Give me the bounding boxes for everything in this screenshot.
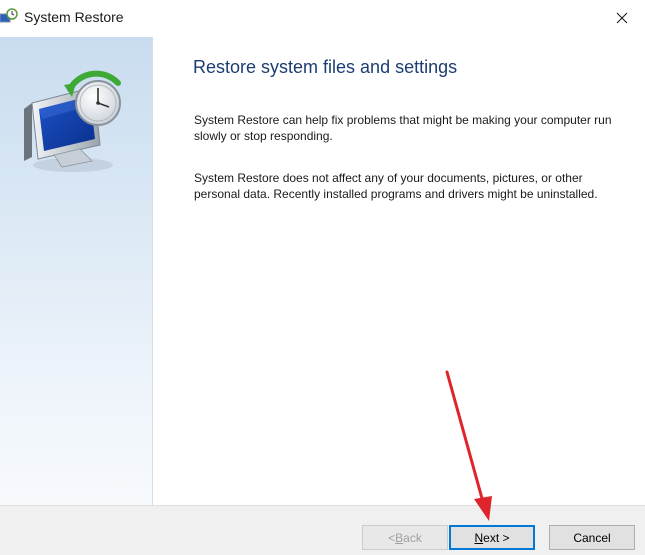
next-button[interactable]: Next > (449, 525, 535, 550)
next-accelerator: N (474, 530, 484, 545)
back-prefix: < (388, 530, 396, 545)
back-button[interactable]: < Back (362, 525, 448, 550)
wizard-footer: < Back Next > Cancel (0, 505, 645, 555)
back-accelerator: B (395, 530, 404, 545)
cancel-button[interactable]: Cancel (549, 525, 635, 550)
description-paragraph: System Restore does not affect any of yo… (194, 171, 598, 201)
system-restore-icon (0, 8, 18, 23)
title-bar: System Restore (0, 0, 645, 36)
cancel-label: Cancel (573, 530, 611, 545)
page-title: Restore system files and settings (193, 57, 458, 77)
next-label-rest: ext > (483, 530, 510, 545)
wizard-content: Restore system files and settings System… (153, 37, 645, 505)
close-button[interactable] (599, 0, 645, 36)
back-label-rest: ack (403, 530, 422, 545)
window-title: System Restore (24, 9, 124, 25)
wizard-sidebar (0, 37, 153, 505)
description-paragraph: System Restore can help fix problems tha… (194, 113, 612, 143)
close-icon (616, 12, 628, 24)
computer-with-clock-icon (24, 70, 121, 172)
